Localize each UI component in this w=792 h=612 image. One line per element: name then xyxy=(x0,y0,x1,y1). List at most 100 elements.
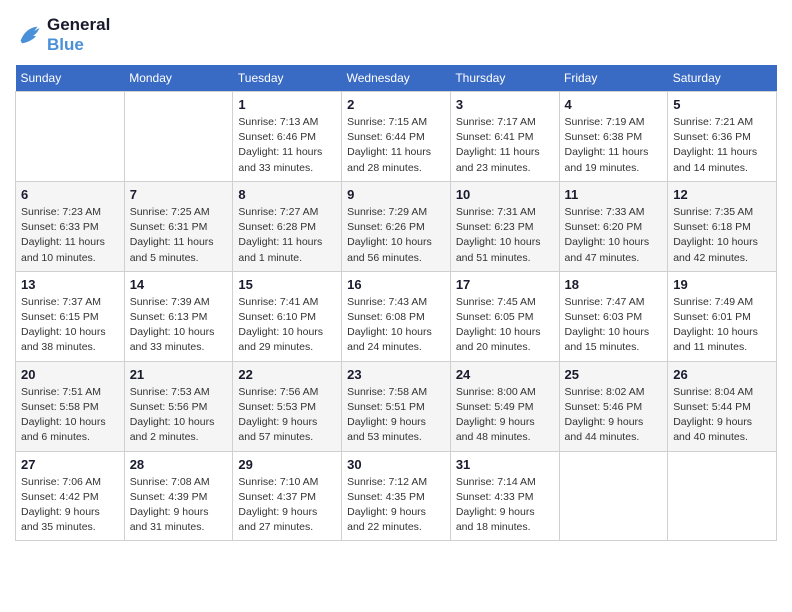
day-cell: 13 Sunrise: 7:37 AMSunset: 6:15 PMDayligh… xyxy=(16,271,125,361)
day-cell: 29Sunrise: 7:10 AMSunset: 4:37 PMDayligh… xyxy=(233,451,342,541)
day-cell: 27Sunrise: 7:06 AMSunset: 4:42 PMDayligh… xyxy=(16,451,125,541)
day-number: 27 xyxy=(21,457,119,472)
day-cell: 31Sunrise: 7:14 AMSunset: 4:33 PMDayligh… xyxy=(450,451,559,541)
day-number: 21 xyxy=(130,367,228,382)
day-cell: 6 Sunrise: 7:23 AMSunset: 6:33 PMDaylight… xyxy=(16,181,125,271)
day-number: 16 xyxy=(347,277,445,292)
day-info: Sunrise: 7:43 AMSunset: 6:08 PMDaylight:… xyxy=(347,295,445,356)
day-number: 14 xyxy=(130,277,228,292)
day-cell: 20Sunrise: 7:51 AMSunset: 5:58 PMDayligh… xyxy=(16,361,125,451)
day-info: Sunrise: 7:25 AMSunset: 6:31 PMDaylight:… xyxy=(130,205,228,266)
day-number: 9 xyxy=(347,187,445,202)
day-cell: 17 Sunrise: 7:45 AMSunset: 6:05 PMDayligh… xyxy=(450,271,559,361)
weekday-header-tuesday: Tuesday xyxy=(233,65,342,92)
day-number: 25 xyxy=(565,367,663,382)
day-info: Sunrise: 7:47 AMSunset: 6:03 PMDaylight:… xyxy=(565,295,663,356)
day-number: 13 xyxy=(21,277,119,292)
day-info: Sunrise: 7:13 AMSunset: 6:46 PMDaylight:… xyxy=(238,115,336,176)
day-cell: 26Sunrise: 8:04 AMSunset: 5:44 PMDayligh… xyxy=(668,361,777,451)
logo: General Blue xyxy=(15,15,110,55)
day-cell: 12Sunrise: 7:35 AMSunset: 6:18 PMDayligh… xyxy=(668,181,777,271)
day-number: 11 xyxy=(565,187,663,202)
day-number: 8 xyxy=(238,187,336,202)
day-number: 15 xyxy=(238,277,336,292)
day-cell xyxy=(668,451,777,541)
day-cell: 25 Sunrise: 8:02 AMSunset: 5:46 PMDayligh… xyxy=(559,361,668,451)
day-cell: 14 Sunrise: 7:39 AMSunset: 6:13 PMDayligh… xyxy=(124,271,233,361)
day-cell xyxy=(16,92,125,182)
day-number: 2 xyxy=(347,97,445,112)
day-number: 6 xyxy=(21,187,119,202)
day-info: Sunrise: 7:39 AMSunset: 6:13 PMDaylight:… xyxy=(130,295,228,356)
weekday-header-thursday: Thursday xyxy=(450,65,559,92)
weekday-header-friday: Friday xyxy=(559,65,668,92)
day-cell xyxy=(124,92,233,182)
day-cell: 15 Sunrise: 7:41 AMSunset: 6:10 PMDayligh… xyxy=(233,271,342,361)
day-cell: 16 Sunrise: 7:43 AMSunset: 6:08 PMDayligh… xyxy=(342,271,451,361)
day-number: 1 xyxy=(238,97,336,112)
day-number: 28 xyxy=(130,457,228,472)
day-info: Sunrise: 7:19 AMSunset: 6:38 PMDaylight:… xyxy=(565,115,663,176)
day-info: Sunrise: 7:37 AMSunset: 6:15 PMDaylight:… xyxy=(21,295,119,356)
day-info: Sunrise: 7:53 AMSunset: 5:56 PMDaylight:… xyxy=(130,385,228,446)
day-info: Sunrise: 7:21 AMSunset: 6:36 PMDaylight:… xyxy=(673,115,771,176)
day-cell: 9 Sunrise: 7:29 AMSunset: 6:26 PMDaylight… xyxy=(342,181,451,271)
day-cell: 23 Sunrise: 7:58 AMSunset: 5:51 PMDayligh… xyxy=(342,361,451,451)
calendar-table: SundayMondayTuesdayWednesdayThursdayFrid… xyxy=(15,65,777,541)
weekday-header-monday: Monday xyxy=(124,65,233,92)
week-row-4: 20Sunrise: 7:51 AMSunset: 5:58 PMDayligh… xyxy=(16,361,777,451)
weekday-header-sunday: Sunday xyxy=(16,65,125,92)
day-cell: 24Sunrise: 8:00 AMSunset: 5:49 PMDayligh… xyxy=(450,361,559,451)
day-info: Sunrise: 7:17 AMSunset: 6:41 PMDaylight:… xyxy=(456,115,554,176)
day-info: Sunrise: 7:12 AMSunset: 4:35 PMDaylight:… xyxy=(347,475,445,536)
day-info: Sunrise: 8:04 AMSunset: 5:44 PMDaylight:… xyxy=(673,385,771,446)
day-info: Sunrise: 7:27 AMSunset: 6:28 PMDaylight:… xyxy=(238,205,336,266)
day-cell: 21 Sunrise: 7:53 AMSunset: 5:56 PMDayligh… xyxy=(124,361,233,451)
day-cell: 4 Sunrise: 7:19 AMSunset: 6:38 PMDaylight… xyxy=(559,92,668,182)
weekday-header-saturday: Saturday xyxy=(668,65,777,92)
day-cell: 2 Sunrise: 7:15 AMSunset: 6:44 PMDaylight… xyxy=(342,92,451,182)
day-cell: 5 Sunrise: 7:21 AMSunset: 6:36 PMDaylight… xyxy=(668,92,777,182)
day-info: Sunrise: 8:02 AMSunset: 5:46 PMDaylight:… xyxy=(565,385,663,446)
day-cell xyxy=(559,451,668,541)
day-cell: 22 Sunrise: 7:56 AMSunset: 5:53 PMDayligh… xyxy=(233,361,342,451)
day-info: Sunrise: 7:08 AMSunset: 4:39 PMDaylight:… xyxy=(130,475,228,536)
day-number: 10 xyxy=(456,187,554,202)
day-cell: 18 Sunrise: 7:47 AMSunset: 6:03 PMDayligh… xyxy=(559,271,668,361)
day-info: Sunrise: 7:31 AMSunset: 6:23 PMDaylight:… xyxy=(456,205,554,266)
day-number: 22 xyxy=(238,367,336,382)
day-info: Sunrise: 7:29 AMSunset: 6:26 PMDaylight:… xyxy=(347,205,445,266)
day-number: 30 xyxy=(347,457,445,472)
day-info: Sunrise: 7:56 AMSunset: 5:53 PMDaylight:… xyxy=(238,385,336,446)
day-number: 3 xyxy=(456,97,554,112)
day-info: Sunrise: 7:45 AMSunset: 6:05 PMDaylight:… xyxy=(456,295,554,356)
day-number: 24 xyxy=(456,367,554,382)
day-number: 7 xyxy=(130,187,228,202)
day-cell: 7 Sunrise: 7:25 AMSunset: 6:31 PMDaylight… xyxy=(124,181,233,271)
day-info: Sunrise: 7:35 AMSunset: 6:18 PMDaylight:… xyxy=(673,205,771,266)
day-number: 19 xyxy=(673,277,771,292)
day-number: 29 xyxy=(238,457,336,472)
page-header: General Blue xyxy=(15,15,777,55)
day-info: Sunrise: 7:33 AMSunset: 6:20 PMDaylight:… xyxy=(565,205,663,266)
week-row-2: 6 Sunrise: 7:23 AMSunset: 6:33 PMDaylight… xyxy=(16,181,777,271)
day-number: 20 xyxy=(21,367,119,382)
day-number: 31 xyxy=(456,457,554,472)
day-cell: 8 Sunrise: 7:27 AMSunset: 6:28 PMDaylight… xyxy=(233,181,342,271)
weekday-header-wednesday: Wednesday xyxy=(342,65,451,92)
day-info: Sunrise: 7:58 AMSunset: 5:51 PMDaylight:… xyxy=(347,385,445,446)
day-info: Sunrise: 7:23 AMSunset: 6:33 PMDaylight:… xyxy=(21,205,119,266)
day-cell: 11 Sunrise: 7:33 AMSunset: 6:20 PMDayligh… xyxy=(559,181,668,271)
week-row-1: 1 Sunrise: 7:13 AMSunset: 6:46 PMDaylight… xyxy=(16,92,777,182)
day-info: Sunrise: 7:41 AMSunset: 6:10 PMDaylight:… xyxy=(238,295,336,356)
day-number: 23 xyxy=(347,367,445,382)
day-number: 18 xyxy=(565,277,663,292)
day-info: Sunrise: 7:15 AMSunset: 6:44 PMDaylight:… xyxy=(347,115,445,176)
day-number: 5 xyxy=(673,97,771,112)
weekday-header-row: SundayMondayTuesdayWednesdayThursdayFrid… xyxy=(16,65,777,92)
logo-icon xyxy=(15,21,43,49)
day-number: 4 xyxy=(565,97,663,112)
day-number: 17 xyxy=(456,277,554,292)
day-cell: 10 Sunrise: 7:31 AMSunset: 6:23 PMDayligh… xyxy=(450,181,559,271)
day-cell: 30 Sunrise: 7:12 AMSunset: 4:35 PMDayligh… xyxy=(342,451,451,541)
